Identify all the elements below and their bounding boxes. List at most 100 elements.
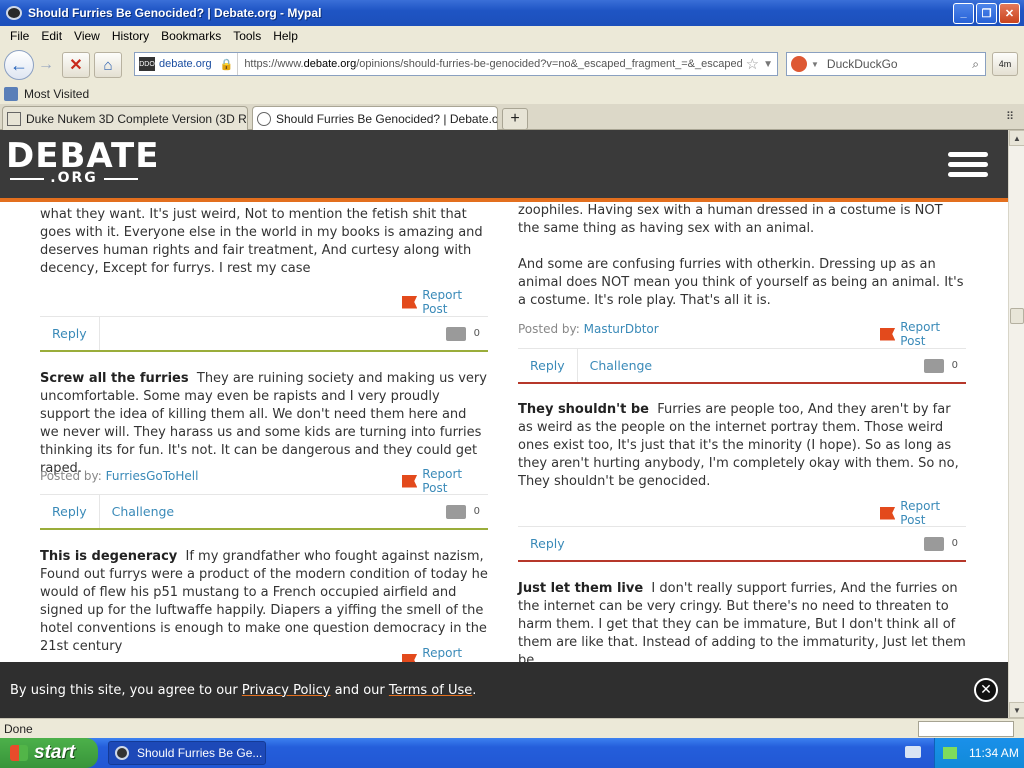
minimize-button[interactable]: _ (953, 2, 974, 24)
extension-button[interactable]: 4m (992, 52, 1018, 76)
stop-button[interactable]: ✕ (62, 52, 90, 78)
report-post-link[interactable]: Report Post (402, 288, 488, 316)
site-logo[interactable]: DEBATE (6, 138, 159, 174)
start-button[interactable]: start (0, 738, 98, 768)
address-bar[interactable]: DDO debate.org 🔒 https://www.debate.org/… (134, 52, 778, 76)
challenge-button[interactable]: Challenge (578, 349, 665, 382)
right-column: zoophiles. Having sex with a human dress… (518, 202, 966, 668)
menu-view[interactable]: View (74, 29, 100, 43)
loading-icon (257, 111, 271, 126)
reply-button[interactable]: Reply (518, 527, 577, 560)
tab-label: Duke Nukem 3D Complete Version (3D R... (26, 111, 248, 126)
flag-icon (880, 506, 896, 520)
clock[interactable]: 11:34 AM (969, 746, 1019, 760)
system-tray: 11:34 AM (934, 738, 1024, 768)
bookmark-star-icon[interactable]: ☆ (746, 55, 759, 73)
menu-tools[interactable]: Tools (233, 29, 261, 43)
menu-bookmarks[interactable]: Bookmarks (161, 29, 221, 43)
hamburger-menu-icon[interactable] (948, 152, 988, 178)
back-arrow-icon: ← (10, 54, 28, 75)
reply-button[interactable]: Reply (518, 349, 578, 382)
close-icon[interactable]: ✕ (974, 678, 998, 702)
tab-list-icon[interactable]: ⠿ (1006, 110, 1014, 123)
menu-help[interactable]: Help (273, 29, 298, 43)
opinion-actions: Reply Challenge 0 (518, 348, 966, 384)
menu-bar: File Edit View History Bookmarks Tools H… (0, 26, 1024, 46)
comment-icon (923, 358, 944, 373)
search-icon[interactable]: ⌕ (972, 57, 979, 72)
search-placeholder: DuckDuckGo (826, 57, 898, 71)
tab-duke-nukem[interactable]: Duke Nukem 3D Complete Version (3D R... … (2, 106, 248, 130)
flag-icon (402, 474, 418, 488)
site-identity-label: debate.org (159, 58, 212, 70)
flag-icon (402, 295, 418, 309)
most-visited-icon (4, 87, 18, 101)
comment-icon (445, 326, 466, 341)
forward-button[interactable]: → (34, 53, 58, 77)
opinion-title: They shouldn't be (518, 402, 649, 417)
left-column: what they want. It's just weird, Not to … (40, 202, 488, 674)
scroll-up-icon[interactable]: ▲ (1009, 130, 1024, 146)
report-post-link[interactable]: Report Post (402, 467, 488, 495)
page-viewport: what they want. It's just weird, Not to … (0, 130, 1008, 718)
windows-flag-icon (10, 745, 28, 761)
most-visited-bookmark[interactable]: Most Visited (24, 87, 89, 101)
scroll-down-icon[interactable]: ▼ (1009, 702, 1024, 718)
opinion-title: Screw all the furries (40, 371, 189, 386)
url-text[interactable]: https://www.debate.org/opinions/should-f… (238, 58, 741, 70)
comment-count[interactable]: 0 (445, 504, 488, 519)
back-button[interactable]: ← (4, 50, 34, 80)
menu-file[interactable]: File (10, 29, 29, 43)
report-post-link[interactable]: Report Post (880, 499, 966, 527)
cookie-text: By using this site, you agree to our Pri… (10, 682, 477, 698)
app-icon (6, 6, 22, 20)
challenge-button[interactable]: Challenge (100, 495, 187, 528)
vertical-scrollbar[interactable]: ▲ ▼ (1008, 130, 1024, 718)
author-link[interactable]: FurriesGoToHell (106, 469, 199, 483)
stop-icon: ✕ (69, 57, 83, 74)
site-logo-sub: .ORG (6, 170, 142, 186)
reply-button[interactable]: Reply (40, 495, 100, 528)
browser-icon (115, 746, 129, 760)
search-engine-dropdown-icon[interactable]: ▼ (811, 60, 819, 69)
comment-count[interactable]: 0 (923, 536, 966, 551)
opinion-text: And some are confusing furries with othe… (518, 257, 964, 308)
comment-icon (445, 504, 466, 519)
new-tab-button[interactable]: + (502, 108, 528, 130)
menu-edit[interactable]: Edit (41, 29, 62, 43)
reply-button[interactable]: Reply (40, 317, 100, 350)
posted-by: Posted by: MasturDbtor (518, 322, 659, 336)
close-window-button[interactable]: ✕ (999, 2, 1020, 24)
opinion-text: zoophiles. Having sex with a human dress… (518, 203, 943, 236)
author-link[interactable]: MasturDbtor (584, 322, 659, 336)
taskbar-window-button[interactable]: Should Furries Be Ge... (108, 741, 266, 765)
status-text: Done (4, 721, 33, 736)
network-icon[interactable] (943, 747, 957, 759)
tab-debate[interactable]: Should Furries Be Genocided? | Debate.or… (252, 106, 498, 130)
window-titlebar: Should Furries Be Genocided? | Debate.or… (0, 0, 1024, 26)
duckduckgo-icon (791, 56, 807, 72)
privacy-policy-link[interactable]: Privacy Policy (242, 683, 331, 698)
opinion-title: Just let them live (518, 581, 644, 596)
home-icon: ⌂ (103, 56, 113, 74)
site-identity[interactable]: DDO debate.org 🔒 (135, 53, 239, 75)
comment-count[interactable]: 0 (923, 358, 966, 373)
opinion-text: They shouldn't be Furries are people too… (518, 402, 959, 489)
menu-history[interactable]: History (112, 29, 149, 43)
dropdown-arrow-icon[interactable]: ▼ (763, 59, 773, 70)
opinion-title: This is degeneracy (40, 549, 178, 564)
bookmarks-bar: Most Visited (0, 84, 1024, 104)
home-button[interactable]: ⌂ (94, 52, 122, 78)
terms-of-use-link[interactable]: Terms of Use (389, 683, 472, 698)
scroll-thumb[interactable] (1010, 308, 1024, 324)
status-bar: Done (0, 718, 1024, 738)
comment-count[interactable]: 0 (445, 326, 488, 341)
keyboard-icon[interactable] (905, 746, 921, 758)
report-post-link[interactable]: Report Post (880, 320, 966, 348)
search-input[interactable]: ▼ DuckDuckGo ⌕ (786, 52, 986, 76)
comment-icon (923, 536, 944, 551)
lock-icon: 🔒 (219, 58, 234, 71)
opinion-actions: Reply 0 (518, 526, 966, 562)
status-panel (918, 721, 1014, 737)
maximize-button[interactable]: ❐ (976, 2, 997, 24)
